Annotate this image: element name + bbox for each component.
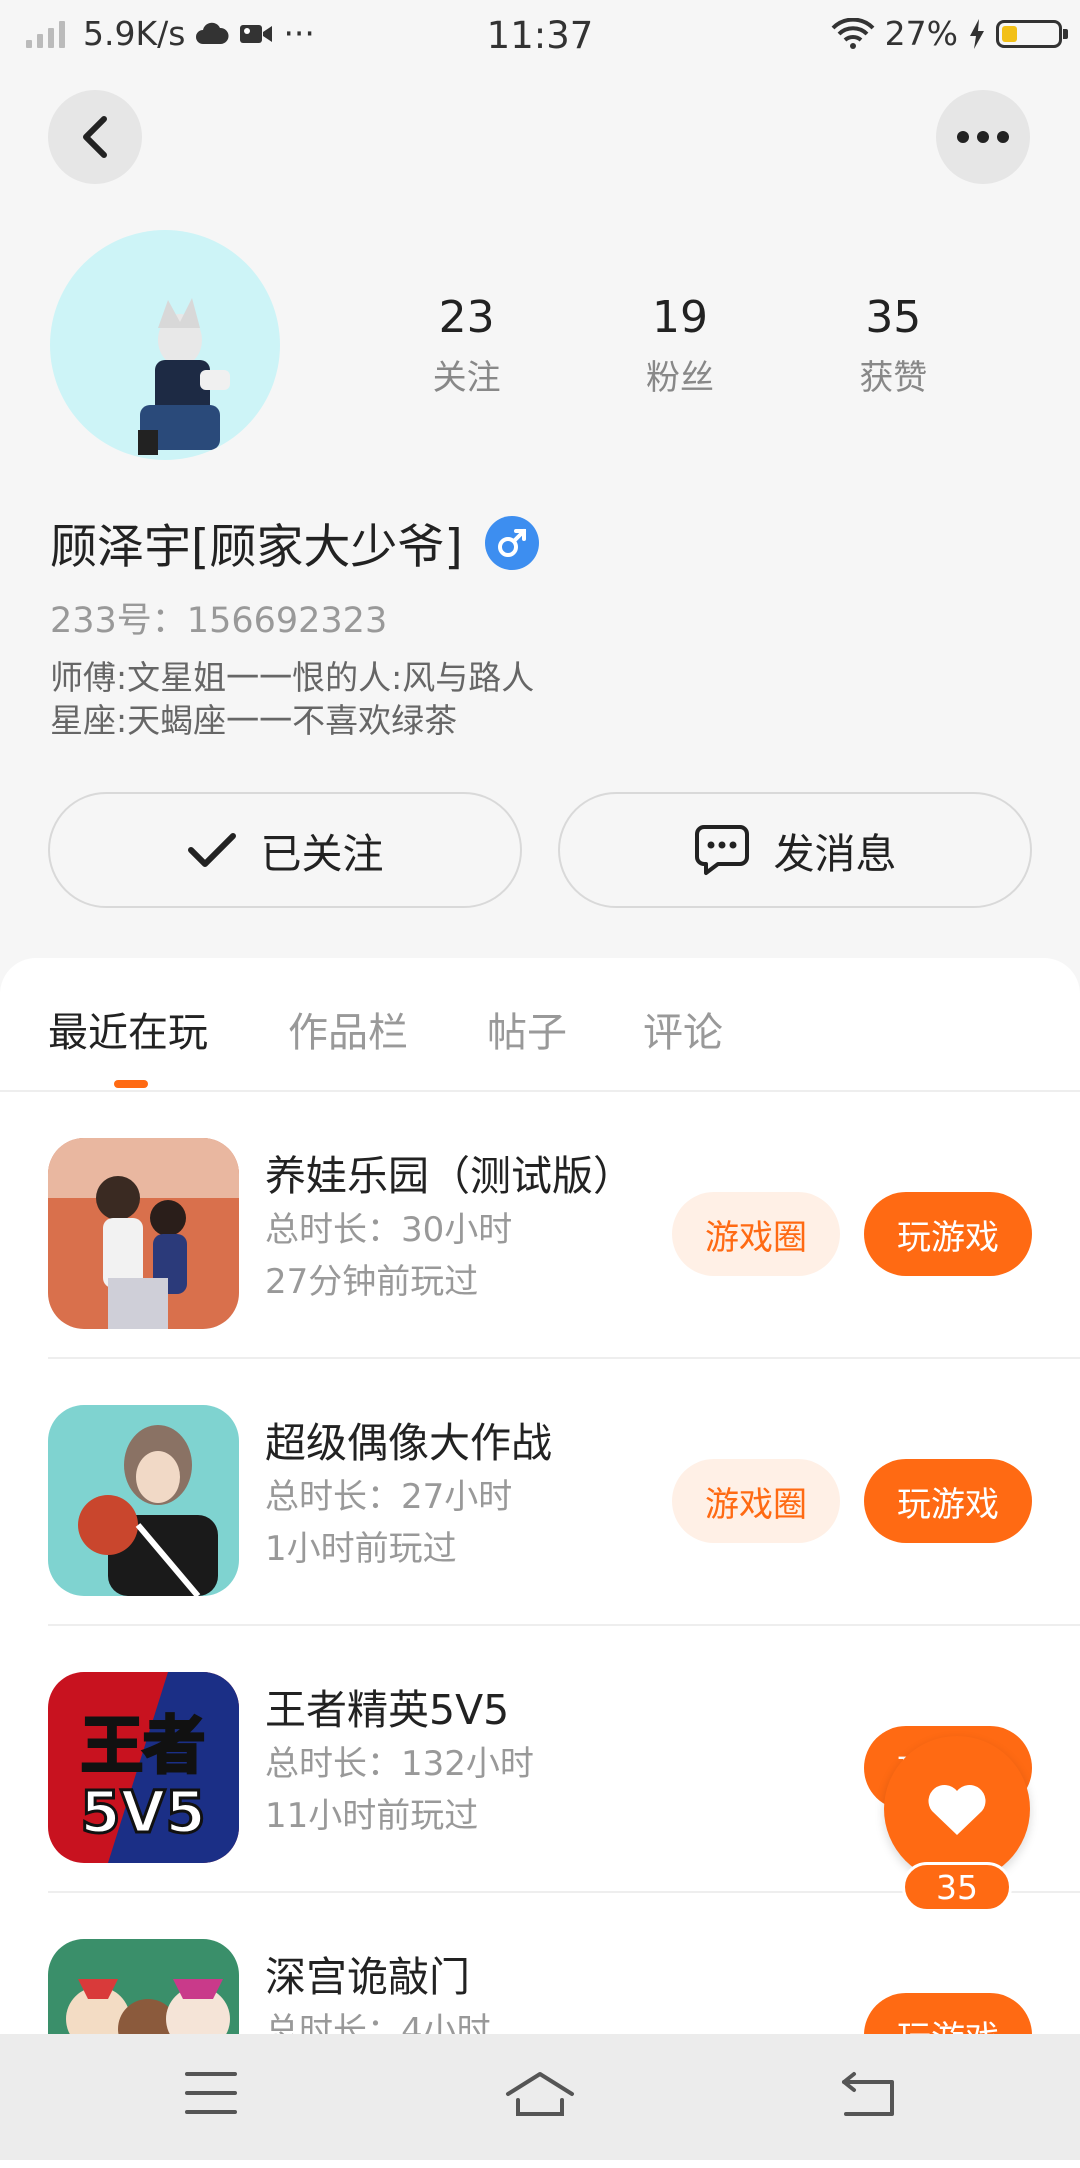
chevron-left-icon (83, 116, 107, 158)
bio-line: 星座:天蝎座一一不喜欢绿茶 (50, 701, 458, 740)
home-icon[interactable] (504, 2070, 576, 2124)
avatar-character-image (138, 298, 230, 455)
active-tab-indicator (114, 1080, 148, 1088)
charging-icon (970, 18, 984, 49)
game-last-played: 1小时前玩过 (265, 1529, 457, 1569)
game-icon (48, 1405, 239, 1596)
system-navigation-bar (0, 2034, 1080, 2160)
game-circle-button[interactable]: 游戏圈 (672, 1192, 840, 1276)
menu-icon[interactable] (184, 2070, 238, 2120)
avatar[interactable] (50, 230, 280, 460)
content-card: 最近在玩 作品栏 帖子 评论 养娃乐园（测试版） 总时长：30小时 27分钟前玩… (0, 958, 1080, 2168)
user-bio: 师傅:文星姐一一恨的人:风与路人 星座:天蝎座一一不喜欢绿茶 (50, 656, 534, 742)
back-button[interactable] (48, 90, 142, 184)
game-title: 超级偶像大作战 (265, 1419, 552, 1467)
list-item[interactable]: 超级偶像大作战 总时长：27小时 1小时前玩过 游戏圈 玩游戏 (48, 1357, 1080, 1624)
tab-recently-played[interactable]: 最近在玩 (48, 1000, 208, 1058)
like-count-badge: 35 (902, 1862, 1012, 1912)
game-last-played: 11小时前玩过 (265, 1796, 479, 1836)
send-message-button[interactable]: 发消息 (558, 792, 1032, 908)
stat-likes[interactable]: 35 获赞 (787, 290, 1000, 399)
male-gender-icon (484, 515, 539, 570)
stat-value: 23 (438, 292, 495, 343)
battery-percent: 27% (884, 14, 958, 53)
game-circle-button[interactable]: 游戏圈 (672, 1459, 840, 1543)
stat-followers[interactable]: 19 粉丝 (573, 290, 786, 399)
icon-wordmark: 5V5 (80, 1778, 206, 1846)
stat-label: 粉丝 (645, 358, 714, 398)
heart-icon (928, 1784, 986, 1835)
wifi-icon (831, 17, 875, 49)
stat-label: 关注 (432, 358, 501, 398)
game-title: 王者精英5V5 (265, 1686, 510, 1734)
bio-line: 师傅:文星姐一一恨的人:风与路人 (50, 658, 535, 697)
tab-works[interactable]: 作品栏 (288, 1000, 408, 1058)
game-title: 养娃乐园（测试版） (265, 1152, 634, 1200)
stat-following[interactable]: 23 关注 (360, 290, 573, 399)
more-dots-icon (957, 131, 1009, 143)
like-button[interactable] (884, 1736, 1030, 1882)
game-icon: 王者 5V5 (48, 1672, 239, 1863)
icon-wordmark: 王者 (81, 1709, 205, 1782)
stat-label: 获赞 (859, 358, 928, 398)
tab-posts[interactable]: 帖子 (487, 1000, 567, 1058)
play-game-button[interactable]: 玩游戏 (864, 1192, 1032, 1276)
name-row: 顾泽宇[顾家大少爷] (50, 508, 539, 577)
game-last-played: 27分钟前玩过 (265, 1262, 479, 1302)
game-duration: 总时长：132小时 (265, 1744, 534, 1784)
status-bar: 5.9K/s ··· 11:37 27% (0, 0, 1080, 72)
user-id: 233号：156692323 (50, 601, 388, 641)
checkmark-icon (187, 833, 236, 867)
game-duration: 总时长：30小时 (265, 1210, 513, 1250)
profile-tabs: 最近在玩 作品栏 帖子 评论 (0, 958, 1080, 1092)
game-icon (48, 1138, 239, 1329)
followed-label: 已关注 (260, 830, 384, 878)
user-name: 顾泽宇[顾家大少爷] (50, 520, 463, 575)
send-message-label: 发消息 (773, 830, 897, 878)
play-game-button[interactable]: 玩游戏 (864, 1459, 1032, 1543)
tab-comments[interactable]: 评论 (643, 1000, 723, 1058)
profile-stats: 23 关注 19 粉丝 35 获赞 (360, 290, 1000, 399)
more-options-button[interactable] (936, 90, 1030, 184)
list-item[interactable]: 养娃乐园（测试版） 总时长：30小时 27分钟前玩过 游戏圈 玩游戏 (0, 1092, 1080, 1357)
chat-bubble-icon (694, 825, 749, 875)
back-nav-icon[interactable] (840, 2070, 896, 2122)
game-list: 养娃乐园（测试版） 总时长：30小时 27分钟前玩过 游戏圈 玩游戏 超级偶像大… (0, 1092, 1080, 2158)
followed-button[interactable]: 已关注 (48, 792, 522, 908)
stat-value: 35 (865, 292, 922, 343)
game-duration: 总时长：27小时 (265, 1477, 513, 1517)
battery-icon (996, 19, 1068, 48)
stat-value: 19 (651, 292, 708, 343)
game-title: 深宫诡敲门 (265, 1953, 470, 2001)
